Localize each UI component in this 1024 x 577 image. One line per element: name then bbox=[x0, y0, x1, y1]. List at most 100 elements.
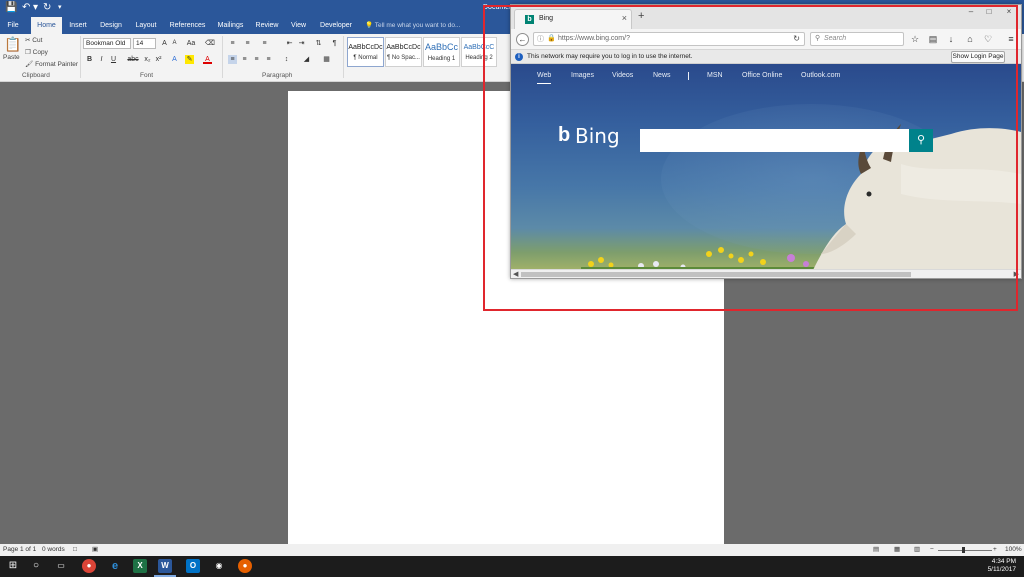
edge-icon[interactable]: e bbox=[108, 559, 122, 573]
bing-nav-msn[interactable]: MSN bbox=[707, 72, 723, 79]
multilevel-list-icon[interactable]: ≡ bbox=[260, 39, 269, 48]
pocket-icon[interactable]: ♡ bbox=[982, 33, 994, 45]
tab-layout[interactable]: Layout bbox=[130, 17, 162, 34]
style-no-spacing[interactable]: AaBbCcDc ¶ No Spac... bbox=[385, 37, 422, 67]
zoom-out-icon[interactable]: − bbox=[930, 544, 934, 556]
bing-nav-images[interactable]: Images bbox=[571, 72, 594, 79]
increase-indent-icon[interactable]: ⇥ bbox=[297, 39, 306, 48]
tab-view[interactable]: View bbox=[285, 17, 312, 34]
redo-icon[interactable]: ↻ bbox=[43, 3, 51, 13]
bullets-icon[interactable]: ≡ bbox=[228, 39, 237, 48]
style-normal[interactable]: AaBbCcDc ¶ Normal bbox=[347, 37, 384, 67]
page-count[interactable]: Page 1 of 1 bbox=[3, 544, 36, 556]
bing-nav-web[interactable]: Web bbox=[537, 72, 551, 79]
line-spacing-icon[interactable]: ↕ bbox=[282, 55, 291, 64]
scrollbar-thumb[interactable] bbox=[521, 272, 911, 277]
bing-search-button[interactable]: ⚲ bbox=[909, 129, 933, 152]
tab-home[interactable]: Home bbox=[31, 17, 62, 34]
tab-references[interactable]: References bbox=[165, 17, 210, 34]
scroll-right-icon[interactable]: ▶ bbox=[1014, 270, 1019, 278]
reading-list-icon[interactable]: ▤ bbox=[927, 33, 939, 45]
zoom-level[interactable]: 100% bbox=[1005, 544, 1022, 556]
scroll-left-icon[interactable]: ◀ bbox=[513, 270, 518, 278]
cut-button[interactable]: ✂ Cut bbox=[25, 36, 42, 44]
tab-insert[interactable]: Insert bbox=[64, 17, 92, 34]
horizontal-scrollbar[interactable]: ◀ ▶ bbox=[511, 269, 1021, 278]
grow-font-icon[interactable]: A bbox=[160, 39, 169, 48]
back-icon[interactable]: ← bbox=[516, 33, 529, 46]
show-marks-icon[interactable]: ¶ bbox=[330, 39, 339, 48]
decrease-indent-icon[interactable]: ⇤ bbox=[285, 39, 294, 48]
close-window-icon[interactable]: × bbox=[1003, 7, 1015, 17]
zoom-in-icon[interactable]: + bbox=[993, 544, 997, 556]
minimize-icon[interactable]: – bbox=[965, 7, 977, 17]
proofing-icon[interactable]: □ bbox=[73, 544, 77, 556]
style-heading-2[interactable]: AaBbCcC Heading 2 bbox=[461, 37, 497, 67]
text-effects-icon[interactable]: A bbox=[170, 55, 179, 64]
justify-icon[interactable]: ≡ bbox=[264, 55, 273, 64]
read-mode-icon[interactable]: ▤ bbox=[873, 544, 879, 556]
tab-file[interactable]: File bbox=[2, 17, 24, 34]
subscript-icon[interactable]: x₂ bbox=[143, 55, 152, 64]
italic-icon[interactable]: I bbox=[97, 55, 106, 64]
underline-icon[interactable]: U bbox=[109, 55, 118, 64]
strikethrough-icon[interactable]: abc bbox=[127, 55, 139, 64]
cortana-icon[interactable]: ○ bbox=[29, 559, 43, 573]
close-tab-icon[interactable]: × bbox=[622, 13, 627, 23]
downloads-icon[interactable]: ↓ bbox=[945, 33, 957, 45]
sort-icon[interactable]: ⇅ bbox=[314, 39, 323, 48]
maximize-icon[interactable]: □ bbox=[983, 7, 995, 17]
tab-review[interactable]: Review bbox=[252, 17, 282, 34]
browser-tab-bing[interactable]: b Bing × bbox=[514, 9, 632, 29]
word-icon[interactable]: W bbox=[158, 559, 172, 573]
task-view-icon[interactable]: ▭ bbox=[54, 559, 68, 573]
change-case-icon[interactable]: Aa bbox=[184, 39, 198, 48]
highlight-color-icon[interactable]: ✎ bbox=[185, 55, 194, 64]
clock[interactable]: 4:34 PM 5/11/2017 bbox=[988, 558, 1016, 574]
bing-search-input[interactable] bbox=[640, 129, 909, 152]
outlook-icon[interactable]: O bbox=[186, 559, 200, 573]
borders-icon[interactable]: ▦ bbox=[322, 55, 331, 64]
tab-mailings[interactable]: Mailings bbox=[212, 17, 249, 34]
show-login-page-button[interactable]: Show Login Page bbox=[951, 51, 1005, 63]
tab-design[interactable]: Design bbox=[95, 17, 127, 34]
zoom-slider[interactable] bbox=[938, 550, 992, 551]
align-right-icon[interactable]: ≡ bbox=[252, 55, 261, 64]
customize-quick-access-icon[interactable]: ▾ bbox=[58, 3, 62, 13]
hamburger-menu-icon[interactable]: ≡ bbox=[1005, 33, 1017, 45]
clear-formatting-icon[interactable]: ⌫ bbox=[205, 39, 215, 48]
undo-icon[interactable]: ↶ bbox=[22, 3, 30, 13]
font-name-combo[interactable]: Bookman Old bbox=[83, 38, 131, 49]
excel-icon[interactable]: X bbox=[133, 559, 147, 573]
zoom-slider-thumb[interactable] bbox=[962, 547, 965, 553]
reload-icon[interactable]: ↻ bbox=[793, 34, 800, 43]
bing-nav-videos[interactable]: Videos bbox=[612, 72, 633, 79]
web-layout-icon[interactable]: ▥ bbox=[914, 544, 920, 556]
word-count[interactable]: 0 words bbox=[42, 544, 65, 556]
macro-icon[interactable]: ▣ bbox=[92, 544, 98, 556]
site-info-icon[interactable]: ⓘ bbox=[537, 34, 544, 44]
tell-me-box[interactable]: 💡 Tell me what you want to do... bbox=[365, 17, 460, 34]
numbering-icon[interactable]: ≡ bbox=[243, 39, 252, 48]
undo-dropdown-icon[interactable]: ▾ bbox=[33, 3, 38, 13]
bing-nav-news[interactable]: News bbox=[653, 72, 671, 79]
home-icon[interactable]: ⌂ bbox=[964, 33, 976, 45]
windows-start-icon[interactable]: ⊞ bbox=[6, 559, 20, 573]
font-color-icon[interactable]: A bbox=[203, 55, 212, 64]
bing-nav-outlook[interactable]: Outlook.com bbox=[801, 72, 840, 79]
lock-icon[interactable]: 🔒 bbox=[547, 34, 556, 42]
bold-icon[interactable]: B bbox=[85, 55, 94, 64]
shrink-font-icon[interactable]: A bbox=[170, 39, 179, 48]
align-center-icon[interactable]: ≡ bbox=[240, 55, 249, 64]
bookmark-star-icon[interactable]: ☆ bbox=[909, 33, 921, 45]
font-size-combo[interactable]: 14 bbox=[133, 38, 156, 49]
paste-button[interactable]: Paste bbox=[3, 54, 20, 61]
save-icon[interactable]: 💾 bbox=[5, 3, 17, 13]
print-layout-icon[interactable]: ▦ bbox=[894, 544, 900, 556]
superscript-icon[interactable]: x² bbox=[154, 55, 163, 64]
search-input[interactable]: ⚲ Search bbox=[810, 32, 904, 46]
new-tab-icon[interactable]: + bbox=[638, 10, 644, 22]
align-left-icon[interactable]: ≡ bbox=[228, 55, 237, 64]
copy-button[interactable]: ❐ Copy bbox=[25, 48, 48, 56]
url-bar[interactable]: ⓘ 🔒 https://www.bing.com/? ↻ bbox=[533, 32, 805, 46]
